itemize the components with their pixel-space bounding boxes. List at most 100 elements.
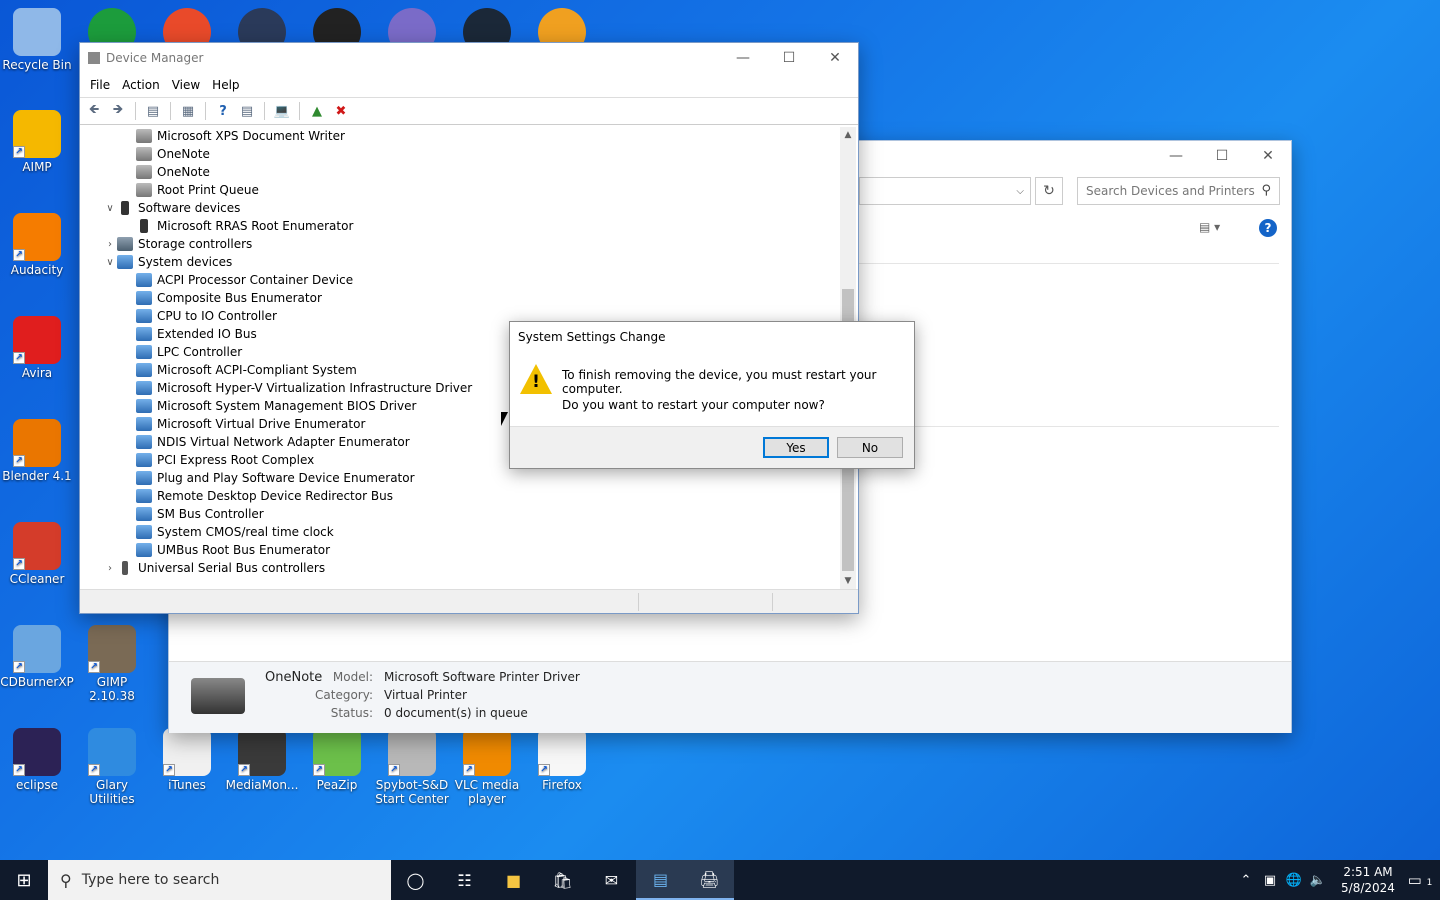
tree-category[interactable]: ∨ System devices xyxy=(81,253,841,271)
cortana-button[interactable]: ◯ xyxy=(391,860,440,900)
chevron-down-icon[interactable]: ∨ xyxy=(103,203,117,214)
desktop-shortcut[interactable]: ↗ Avira xyxy=(0,316,74,380)
desktop-shortcut-label: iTunes xyxy=(168,778,206,792)
shortcut-arrow-icon: ↗ xyxy=(13,764,25,776)
device-manager-taskbar-button[interactable]: 🖨 xyxy=(685,860,734,900)
model-value: Microsoft Software Printer Driver xyxy=(384,670,580,684)
scan-hardware-icon[interactable]: 💻 xyxy=(272,101,292,121)
system-device-icon xyxy=(136,399,152,413)
shortcut-arrow-icon: ↗ xyxy=(88,661,100,673)
tree-item-label: Software devices xyxy=(138,201,241,215)
desktop-shortcut[interactable]: ↗ MediaMon... xyxy=(225,728,299,792)
tree-device[interactable]: SM Bus Controller xyxy=(81,505,841,523)
back-icon[interactable]: 🡸 xyxy=(84,101,104,121)
chevron-right-icon[interactable]: › xyxy=(103,239,117,250)
tree-device[interactable]: Composite Bus Enumerator xyxy=(81,289,841,307)
task-view-button[interactable]: ☷ xyxy=(440,860,489,900)
desktop-shortcut-label: Recycle Bin xyxy=(2,58,72,72)
show-hidden-icons-icon[interactable]: ⌃ xyxy=(1234,873,1258,888)
help-icon[interactable]: ? xyxy=(213,101,233,121)
tree-device[interactable]: ACPI Processor Container Device xyxy=(81,271,841,289)
yes-button[interactable]: Yes xyxy=(763,437,829,458)
desktop-shortcut[interactable]: ↗ Firefox xyxy=(525,728,599,792)
shortcut-arrow-icon: ↗ xyxy=(388,764,400,776)
desktop-shortcut[interactable]: ↗ Glary Utilities xyxy=(75,728,149,806)
desktop-shortcut[interactable]: ↗ Blender 4.1 xyxy=(0,419,74,483)
tree-category[interactable]: ∨ Software devices xyxy=(81,199,841,217)
chevron-right-icon[interactable]: › xyxy=(103,563,117,574)
peazip-icon: ↗ xyxy=(313,728,361,776)
shortcut-arrow-icon: ↗ xyxy=(13,455,25,467)
refresh-button[interactable]: ↻ xyxy=(1035,177,1063,205)
tree-device[interactable]: Root Print Queue xyxy=(81,181,841,199)
scroll-up-icon[interactable]: ▲ xyxy=(840,127,856,143)
status-bar xyxy=(80,589,858,613)
desktop-shortcut[interactable]: ↗ CCleaner xyxy=(0,522,74,586)
tree-device[interactable]: UMBus Root Bus Enumerator xyxy=(81,541,841,559)
aimp-icon: ↗ xyxy=(13,110,61,158)
tree-device[interactable]: Microsoft XPS Document Writer xyxy=(81,127,841,145)
change-view-button[interactable]: ▤ ▾ xyxy=(1199,220,1220,234)
title-bar[interactable]: Device Manager — ☐ ✕ xyxy=(80,43,858,73)
forward-icon[interactable]: 🡺 xyxy=(108,101,128,121)
tree-device[interactable]: Microsoft RRAS Root Enumerator xyxy=(81,217,841,235)
system-settings-change-dialog[interactable]: System Settings Change ! To finish remov… xyxy=(509,321,915,469)
system-device-icon xyxy=(136,417,152,431)
desktop-shortcut[interactable]: ↗ AIMP xyxy=(0,110,74,174)
taskbar-search-box[interactable]: ⚲ Type here to search xyxy=(48,860,391,900)
device-icon[interactable]: ▣ xyxy=(1258,873,1282,888)
tree-device[interactable]: OneNote xyxy=(81,163,841,181)
scroll-down-icon[interactable]: ▼ xyxy=(840,573,856,589)
show-hide-console-tree-icon[interactable]: ▤ xyxy=(143,101,163,121)
help-icon[interactable]: ? xyxy=(1259,219,1277,237)
properties-icon[interactable]: ▦ xyxy=(178,101,198,121)
tree-category[interactable]: › Storage controllers xyxy=(81,235,841,253)
update-driver-icon[interactable]: ▲ xyxy=(307,101,327,121)
desktop-shortcut[interactable]: Recycle Bin xyxy=(0,8,74,72)
shortcut-arrow-icon: ↗ xyxy=(13,352,25,364)
desktop-shortcut[interactable]: ↗ VLC media player xyxy=(450,728,524,806)
category-value: Virtual Printer xyxy=(384,688,467,702)
microsoft-store-button[interactable]: 🛍 xyxy=(538,860,587,900)
desktop-shortcut[interactable]: ↗ CDBurnerXP xyxy=(0,625,74,689)
maximize-icon[interactable]: ☐ xyxy=(766,43,812,73)
desktop-shortcut[interactable]: ↗ Audacity xyxy=(0,213,74,277)
desktop-shortcut[interactable]: ↗ PeaZip xyxy=(300,728,374,792)
no-button[interactable]: No xyxy=(837,437,903,458)
clock[interactable]: 2:51 AM 5/8/2024 xyxy=(1336,864,1400,896)
menu-help[interactable]: Help xyxy=(206,78,245,92)
tree-item-label: System CMOS/real time clock xyxy=(157,525,334,539)
minimize-icon[interactable]: — xyxy=(720,43,766,73)
menu-action[interactable]: Action xyxy=(116,78,166,92)
action-pane-icon[interactable]: ▤ xyxy=(237,101,257,121)
uninstall-device-icon[interactable]: ✖ xyxy=(331,101,351,121)
system-tray: ⌃ ▣ 🌐 🔈 2:51 AM 5/8/2024 ▭ 1 xyxy=(1234,860,1440,900)
network-icon[interactable]: 🌐 xyxy=(1282,873,1306,888)
notification-center-button[interactable]: ▭ 1 xyxy=(1400,871,1440,889)
chevron-down-icon[interactable]: ∨ xyxy=(103,257,117,268)
menu-file[interactable]: File xyxy=(84,78,116,92)
menu-view[interactable]: View xyxy=(166,78,206,92)
search-devices-input[interactable]: Search Devices and Printers ⚲ xyxy=(1077,177,1280,205)
chevron-down-icon[interactable]: ⌵ xyxy=(1016,186,1024,197)
tree-device[interactable]: Plug and Play Software Device Enumerator xyxy=(81,469,841,487)
address-bar[interactable]: ⌵ xyxy=(859,177,1031,205)
tree-device[interactable]: System CMOS/real time clock xyxy=(81,523,841,541)
desktop-shortcut[interactable]: ↗ eclipse xyxy=(0,728,74,792)
tree-device[interactable]: OneNote xyxy=(81,145,841,163)
file-explorer-button[interactable]: ■ xyxy=(489,860,538,900)
start-button[interactable]: ⊞ xyxy=(0,860,48,900)
mail-button[interactable]: ✉ xyxy=(587,860,636,900)
tree-device[interactable]: Remote Desktop Device Redirector Bus xyxy=(81,487,841,505)
desktop-shortcut[interactable]: ↗ GIMP 2.10.38 xyxy=(75,625,149,703)
maximize-icon[interactable]: ☐ xyxy=(1199,141,1245,171)
minimize-icon[interactable]: — xyxy=(1153,141,1199,171)
desktop-shortcut[interactable]: ↗ iTunes xyxy=(150,728,224,792)
control-panel-taskbar-button[interactable]: ▤ xyxy=(636,860,685,900)
desktop-shortcut[interactable]: ↗ Spybot-S&D Start Center xyxy=(375,728,449,806)
desktop-shortcut-label: eclipse xyxy=(16,778,58,792)
tree-category[interactable]: › Universal Serial Bus controllers xyxy=(81,559,841,577)
volume-muted-icon[interactable]: 🔈 xyxy=(1306,873,1330,888)
close-icon[interactable]: ✕ xyxy=(1245,141,1291,171)
close-icon[interactable]: ✕ xyxy=(812,43,858,73)
